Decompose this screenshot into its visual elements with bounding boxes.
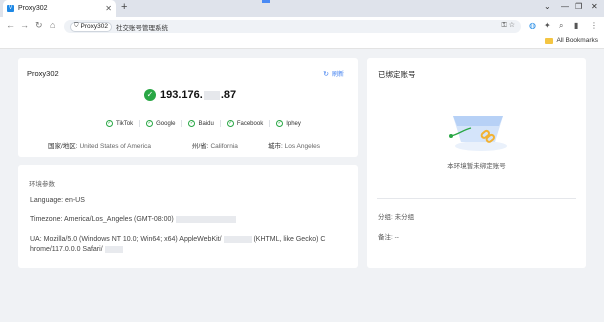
environment-card: 环境参数 Language: en-US Timezone: America/L… (18, 165, 358, 268)
country-label: 国家/地区: (48, 143, 78, 150)
country-value: United States of America (79, 143, 151, 150)
browser-tab[interactable]: V Proxy302 ✕ (3, 0, 116, 17)
minimize-icon[interactable]: — (561, 2, 569, 11)
note-row: 备注: -- (378, 231, 399, 241)
ua-row: UA: Mozilla/5.0 (Windows NT 10.0; Win64;… (30, 235, 355, 255)
ip-suffix: .87 (220, 89, 237, 101)
site-check-item: ✓ Iphey (270, 120, 307, 127)
check-icon: ✓ (226, 120, 234, 127)
folder-icon (545, 37, 554, 44)
proxy-card-title: Proxy302 (27, 69, 59, 78)
timezone-label: Timezone: (30, 216, 63, 223)
timezone-value: America/Los_Angeles (GMT-08:00) (63, 216, 174, 223)
site-chip[interactable]: ⛉ Proxy302 (70, 21, 112, 32)
url-text: 社交账号管理系统 (115, 24, 168, 32)
ip-prefix: 193.176. (160, 89, 203, 101)
refresh-label: 刷新 (331, 72, 344, 78)
ua-label: UA: (30, 236, 42, 243)
site-check-item: ✓ Baidu (182, 120, 221, 127)
check-icon: ✓ (146, 120, 154, 127)
site-check-item: ✓ Facebook (221, 120, 271, 127)
window-close-icon[interactable]: ✕ (591, 2, 598, 11)
tab-close-icon[interactable]: ✕ (105, 4, 112, 13)
address-bar[interactable]: ⛉ Proxy302 社交账号管理系统 ⚿ ☆ (64, 20, 521, 33)
tab-title: Proxy302 (18, 5, 48, 12)
refresh-button[interactable]: ↻ 刷新 (323, 69, 344, 79)
language-label: Language: (30, 197, 64, 204)
environment-title: 环境参数 (29, 181, 55, 188)
check-icon: ✓ (276, 120, 284, 127)
group-row: 分组: 未分组 (378, 211, 414, 221)
site-check-item: ✓ TikTok (100, 120, 141, 127)
state-info: 州/省: California (192, 140, 238, 150)
state-value: California (210, 143, 238, 150)
empty-state-text: 本环境暂未绑定账号 (447, 163, 506, 170)
city-info: 城市: Los Angeles (268, 140, 320, 150)
refresh-icon: ↻ (323, 70, 329, 78)
bound-account-card: 已绑定账号 本环境暂未绑定账号 分组: 未分组 备注: -- (367, 58, 586, 268)
key-icon[interactable]: ⚿ ☆ (501, 21, 515, 30)
empty-state-illustration (449, 116, 507, 151)
city-label: 城市: (268, 143, 283, 150)
city-value: Los Angeles (284, 143, 321, 150)
divider (377, 198, 576, 199)
site-label: Facebook (236, 120, 264, 127)
check-icon: ✓ (106, 120, 113, 127)
browser-toolbar: ← → ↻ ⌂ ⛉ Proxy302 社交账号管理系统 ⚿ ☆ ◍ ✦ ⌕ ▮ … (0, 17, 604, 35)
new-tab-icon[interactable]: + (121, 1, 127, 13)
tab-favicon-icon: V (7, 5, 14, 12)
ua-value-part2: (KHTML, like Gecko) C (253, 236, 326, 243)
check-circle-icon: ✓ (144, 89, 156, 101)
proxy-card: Proxy302 ↻ 刷新 ✓ 193.176. .87 ✓ TikTok ✓ Go… (18, 58, 358, 157)
menu-icon[interactable]: ⋮ (590, 21, 598, 30)
all-bookmarks-label: All Bookmarks (556, 37, 598, 44)
timezone-redaction (175, 215, 236, 223)
note-value: -- (394, 234, 399, 241)
site-chip-label: Proxy302 (80, 23, 108, 30)
language-value: en-US (65, 197, 85, 204)
state-label: 州/省: (192, 143, 209, 150)
ua-value-part1: Mozilla/5.0 (Windows NT 10.0; Win64; x64… (43, 236, 222, 243)
timezone-row: Timezone: America/Los_Angeles (GMT-08:00… (30, 215, 236, 225)
note-label: 备注: (378, 234, 393, 241)
site-label: Iphey (286, 120, 301, 127)
ua-redaction (104, 245, 123, 253)
group-value: 未分组 (394, 214, 415, 221)
all-bookmarks-button[interactable]: All Bookmarks (545, 37, 598, 44)
shield-icon: ⛉ (74, 23, 79, 29)
ua-value-part3: hrome/117.0.0.0 Safari/ (30, 246, 103, 253)
site-label: Google (156, 120, 176, 127)
maximize-icon[interactable]: ❐ (575, 2, 582, 11)
home-icon[interactable]: ⌂ (50, 20, 55, 30)
site-label: TikTok (116, 120, 134, 127)
language-row: Language: en-US (30, 196, 85, 206)
tab-indicator (262, 0, 270, 3)
back-icon[interactable]: ← (6, 20, 15, 30)
tab-strip: V Proxy302 ✕ + ⌄ — ❐ ✕ (0, 0, 604, 17)
forward-icon[interactable]: → (20, 20, 29, 30)
group-label: 分组: (378, 214, 393, 221)
ip-redaction (203, 90, 220, 100)
bookmark-bar: All Bookmarks (0, 35, 604, 49)
translate-icon[interactable]: ◍ (529, 21, 536, 30)
extensions-icon[interactable]: ✦ (544, 21, 551, 30)
site-check-item: ✓ Google (140, 120, 183, 127)
ip-address: ✓ 193.176. .87 (144, 89, 236, 101)
zoom-icon[interactable]: ⌕ (559, 21, 563, 31)
site-label: Baidu (198, 120, 214, 127)
check-icon: ✓ (188, 120, 196, 127)
tab-search-icon[interactable]: ⌄ (544, 2, 551, 11)
site-checks: ✓ TikTok ✓ Google ✓ Baidu ✓ Facebook ✓ Iphey (100, 120, 307, 127)
bound-account-title: 已绑定账号 (378, 70, 416, 79)
ua-redaction (223, 235, 252, 243)
sidepanel-icon[interactable]: ▮ (574, 21, 578, 30)
country-info: 国家/地区: United States of America (48, 140, 151, 150)
reload-icon[interactable]: ↻ (35, 20, 43, 31)
